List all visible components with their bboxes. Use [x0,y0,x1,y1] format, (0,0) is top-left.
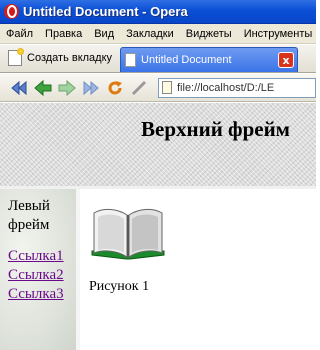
menu-view[interactable]: Вид [94,28,114,40]
open-book-image [91,208,165,260]
navigation-toolbar: file://localhost/D:/LE [0,74,316,102]
new-tab-label: Создать вкладку [27,52,113,64]
title-bar[interactable]: Untitled Document - Opera [0,0,316,24]
reload-button[interactable] [104,77,126,99]
forward-button[interactable] [56,77,78,99]
left-frame-title: Левый фрейм [8,198,50,233]
figure-caption: Рисунок 1 [89,279,150,294]
tab-title: Untitled Document [141,54,232,66]
menu-file[interactable]: Файл [6,28,33,40]
reload-icon [108,80,122,94]
fast-forward-icon [83,80,99,95]
pencil-icon [131,80,147,95]
link-1[interactable]: Ссылка1 [8,247,76,266]
top-frame: Верхний фрейм [0,103,316,189]
back-button[interactable] [32,77,54,99]
link-3[interactable]: Ссылка3 [8,285,76,304]
address-bar[interactable]: file://localhost/D:/LE [158,77,316,98]
menu-edit[interactable]: Правка [45,28,82,40]
new-tab-button[interactable]: Создать вкладку [4,46,118,70]
main-frame: Рисунок 1 [84,189,316,350]
top-frame-heading: Верхний фрейм [141,117,290,141]
page-content: Верхний фрейм Левый фрейм Ссылка1 Ссылка… [0,103,316,350]
link-2[interactable]: Ссылка2 [8,266,76,285]
forward-arrow-icon [58,79,76,96]
menu-widgets[interactable]: Виджеты [186,28,232,40]
fast-forward-button[interactable] [80,77,102,99]
new-tab-icon [8,48,24,66]
address-url: file://localhost/D:/LE [177,81,275,94]
rewind-icon [11,80,27,95]
rewind-button[interactable] [8,77,30,99]
page-icon [125,53,137,67]
menu-bookmarks[interactable]: Закладки [126,28,174,40]
page-icon [162,81,172,94]
back-arrow-icon [34,79,52,96]
tab-untitled-document[interactable]: Untitled Document x [120,47,299,72]
left-frame: Левый фрейм Ссылка1 Ссылка2 Ссылка3 [0,189,80,350]
menu-bar: Файл Правка Вид Закладки Виджеты Инструм… [0,24,316,44]
edit-button[interactable] [128,77,150,99]
tab-close-button[interactable]: x [278,52,295,68]
tab-bar: Создать вкладку Untitled Document x [0,45,316,73]
window-title: Untitled Document - Opera [23,4,188,19]
menu-tools[interactable]: Инструменты [244,28,313,40]
opera-logo-icon [4,4,19,19]
